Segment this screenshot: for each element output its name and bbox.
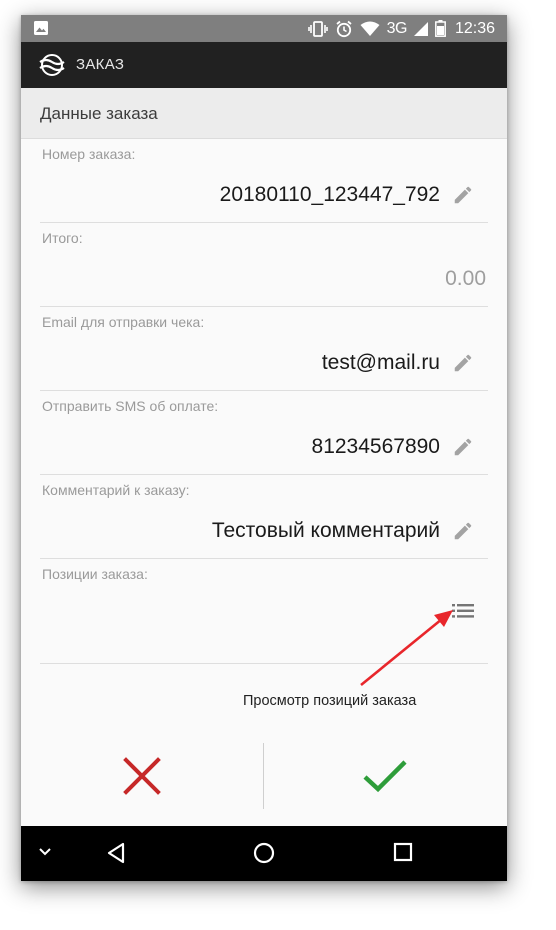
recents-icon[interactable] <box>393 842 413 862</box>
navigation-bar <box>21 826 507 881</box>
field-label: Номер заказа: <box>42 146 136 162</box>
pencil-icon[interactable] <box>452 184 474 206</box>
annotation-caption: Просмотр позиций заказа <box>243 693 417 709</box>
image-icon <box>33 20 49 41</box>
home-icon[interactable] <box>253 842 275 864</box>
field-label: Комментарий к заказу: <box>42 482 190 498</box>
total-value: 0.00 <box>445 267 486 290</box>
sms-field[interactable]: Отправить SMS об оплате: 81234567890 <box>40 391 488 475</box>
email-value: test@mail.ru <box>321 351 440 374</box>
comment-value: Тестовый комментарий <box>211 519 440 542</box>
phone-screen: 3G 12:36 ЗАКАЗ Данные заказа Номер заказ… <box>21 15 507 881</box>
app-title: ЗАКАЗ <box>76 56 125 73</box>
action-bar <box>21 740 507 826</box>
sms-value: 81234567890 <box>311 435 440 458</box>
status-bar: 3G 12:36 <box>21 15 507 42</box>
signal-icon <box>413 21 428 37</box>
battery-icon <box>435 20 446 37</box>
app-bar: ЗАКАЗ <box>21 42 507 88</box>
field-label: Отправить SMS об оплате: <box>42 398 219 414</box>
field-label: Позиции заказа: <box>42 566 148 582</box>
order-number-value: 20180110_123447_792 <box>219 183 440 206</box>
pencil-icon[interactable] <box>452 520 474 542</box>
check-icon[interactable] <box>362 756 408 796</box>
section-title: Данные заказа <box>40 104 158 123</box>
vibrate-icon <box>307 20 328 37</box>
wifi-icon <box>360 21 380 37</box>
alarm-icon <box>335 20 353 38</box>
total-field: Итого: 0.00 <box>40 223 488 307</box>
field-label: Итого: <box>42 230 83 246</box>
pencil-icon[interactable] <box>452 436 474 458</box>
field-label: Email для отправки чека: <box>42 314 205 330</box>
order-number-field[interactable]: Номер заказа: 20180110_123447_792 <box>40 139 488 223</box>
chevron-down-icon[interactable] <box>38 847 52 857</box>
clock: 12:36 <box>454 19 495 37</box>
back-icon[interactable] <box>106 842 126 864</box>
app-logo-icon <box>39 53 65 82</box>
comment-field[interactable]: Комментарий к заказу: Тестовый комментар… <box>40 475 488 559</box>
action-divider <box>263 743 264 809</box>
section-header: Данные заказа <box>21 88 507 139</box>
network-type: 3G <box>386 19 408 37</box>
email-field[interactable]: Email для отправки чека: test@mail.ru <box>40 307 488 391</box>
list-icon[interactable] <box>452 604 474 618</box>
cross-icon[interactable] <box>122 756 162 796</box>
pencil-icon[interactable] <box>452 352 474 374</box>
status-icons: 3G 12:36 <box>307 15 495 42</box>
order-positions-field: Позиции заказа: <box>40 559 488 664</box>
